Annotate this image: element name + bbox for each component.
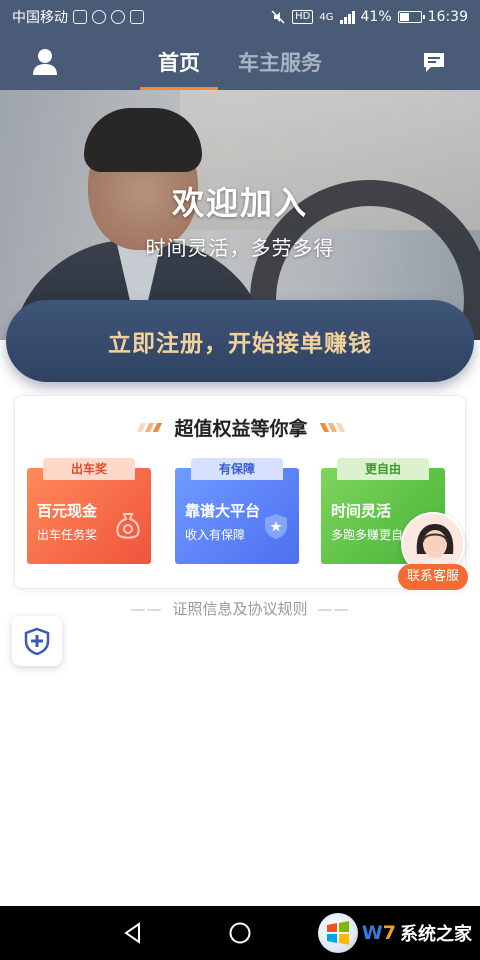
hd-badge: HD <box>292 10 314 24</box>
message-icon[interactable] <box>422 50 446 74</box>
benefit-tag: 更自由 <box>337 458 429 480</box>
watermark-w: W7 <box>361 922 396 944</box>
back-button[interactable] <box>118 918 148 948</box>
benefits-title: 超值权益等你拿 <box>174 418 308 440</box>
shield-plus-icon <box>24 627 50 655</box>
network-type: 4G <box>319 11 334 23</box>
watermark-text: 系统之家 <box>400 924 472 945</box>
mute-icon <box>271 10 285 24</box>
benefit-platform-card[interactable]: 有保障 靠谱大平台 收入有保障 <box>175 458 299 564</box>
hero-subtitle: 时间灵活，多劳多得 <box>145 236 335 260</box>
benefit-cash-card[interactable]: 出车奖 百元现金 出车任务奖 <box>27 458 151 564</box>
top-nav: 首页 车主服务 <box>0 34 480 90</box>
stripes-left-icon <box>137 423 163 432</box>
benefit-desc: 收入有保障 <box>185 528 246 542</box>
home-circle-icon <box>229 922 251 944</box>
watermark: W7 系统之家 <box>317 908 472 958</box>
customer-service-button[interactable]: 联系客服 <box>398 512 468 592</box>
money-bag-icon <box>116 513 140 539</box>
benefit-title: 靠谱大平台 <box>185 502 261 520</box>
benefit-title: 时间灵活 <box>331 502 392 520</box>
license-row: —— 证照信息及协议规则 —— <box>0 598 480 619</box>
home-button[interactable] <box>225 918 255 948</box>
signal-icon <box>339 10 355 24</box>
back-triangle-icon <box>124 922 141 944</box>
app-notification-icon <box>73 10 87 24</box>
benefit-tag: 出车奖 <box>43 458 135 480</box>
benefit-tag: 有保障 <box>191 458 283 480</box>
customer-service-label: 联系客服 <box>398 564 468 590</box>
tab-owner-service[interactable]: 车主服务 <box>236 34 324 90</box>
chat-notification-icon <box>92 10 106 24</box>
stripes-right-icon <box>319 423 345 432</box>
benefit-desc: 出车任务奖 <box>37 528 98 542</box>
tab-home[interactable]: 首页 <box>140 34 218 90</box>
divider-left: —— <box>130 599 163 618</box>
battery-icon <box>397 11 425 23</box>
alipay-notification-icon <box>111 10 125 24</box>
battery-percent: 41% <box>360 9 392 25</box>
register-button[interactable]: 立即注册，开始接单赚钱 <box>6 300 474 382</box>
carrier-label: 中国移动 <box>12 10 68 26</box>
hero-title: 欢迎加入 <box>171 184 308 222</box>
benefit-title: 百元现金 <box>37 502 98 520</box>
divider-right: —— <box>317 599 350 618</box>
license-link[interactable]: 证照信息及协议规则 <box>172 598 307 619</box>
shield-star-icon <box>265 514 287 539</box>
settings-notification-icon <box>130 10 144 24</box>
benefits-header: 超值权益等你拿 <box>15 414 467 441</box>
clock: 16:39 <box>427 9 468 25</box>
safety-button[interactable] <box>12 616 62 666</box>
status-bar: 中国移动 HD 4G 41% 16:39 <box>0 0 480 34</box>
windows-logo-icon <box>317 913 358 953</box>
